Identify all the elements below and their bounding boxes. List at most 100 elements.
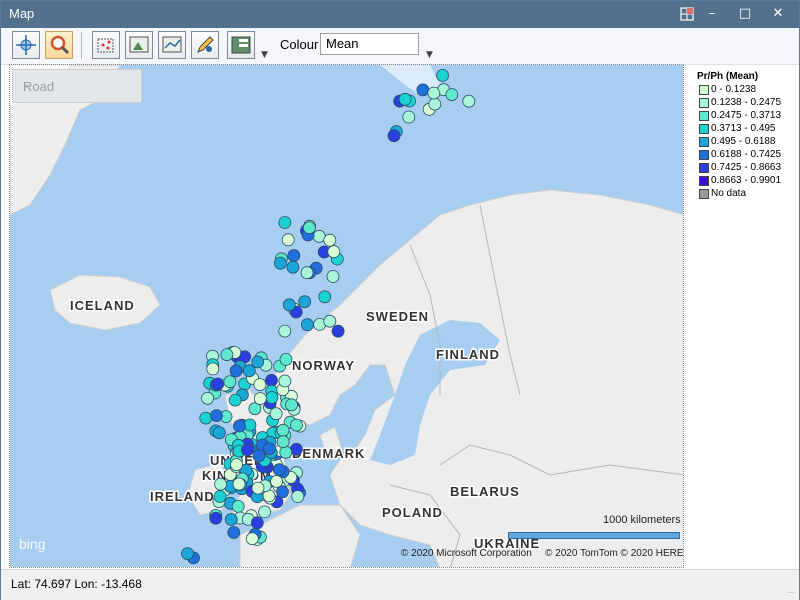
map-point[interactable] xyxy=(281,233,295,247)
map-point[interactable] xyxy=(287,249,301,262)
map-point[interactable] xyxy=(210,409,223,423)
map-point[interactable] xyxy=(387,129,401,143)
map-point[interactable] xyxy=(181,547,194,561)
close-icon[interactable]: ✕ xyxy=(767,4,789,24)
toolbar-overflow-icon-2[interactable]: ▼ xyxy=(426,50,433,60)
map-extent-button[interactable] xyxy=(158,31,186,59)
map-point[interactable] xyxy=(232,477,246,491)
map-point[interactable] xyxy=(285,398,298,412)
map-point[interactable] xyxy=(212,426,226,440)
map-point[interactable] xyxy=(265,373,278,387)
map-point[interactable] xyxy=(231,499,245,513)
map-point[interactable] xyxy=(265,391,279,404)
map-point[interactable] xyxy=(282,298,296,312)
toolbar: ▼ Colour Mean ⌄ ▼ xyxy=(1,28,799,65)
map-point[interactable] xyxy=(278,324,292,338)
legend-item: 0.495 - 0.6188 xyxy=(699,135,799,148)
map-point[interactable] xyxy=(278,216,292,229)
map-point[interactable] xyxy=(199,411,213,425)
label-sweden: SWEDEN xyxy=(366,309,429,324)
map-point[interactable] xyxy=(326,270,340,283)
map-point[interactable] xyxy=(276,423,290,437)
map-point[interactable] xyxy=(289,442,303,456)
map-point[interactable] xyxy=(276,485,289,499)
edit-map-button[interactable] xyxy=(191,31,219,59)
legend-swatch xyxy=(699,150,709,160)
map-point[interactable] xyxy=(323,233,337,247)
map-point[interactable] xyxy=(402,110,416,124)
legend-swatch xyxy=(699,137,709,147)
map-point[interactable] xyxy=(230,458,243,472)
resize-grip-icon[interactable]: ⋯ xyxy=(787,588,795,597)
map-point[interactable] xyxy=(428,97,442,111)
map-point[interactable] xyxy=(291,490,305,503)
map-point[interactable] xyxy=(327,245,341,259)
map-point[interactable] xyxy=(427,86,441,100)
map-point[interactable] xyxy=(252,449,266,463)
legend-swatch xyxy=(699,124,709,134)
zoom-tool-button[interactable] xyxy=(45,31,73,59)
map-point[interactable] xyxy=(229,364,243,378)
pan-tool-button[interactable] xyxy=(12,31,40,59)
map-point[interactable] xyxy=(300,318,314,332)
map-point[interactable] xyxy=(318,290,332,304)
status-bar: Lat: 74.697 Lon: -13.468 ⋯ xyxy=(1,569,799,600)
map-point[interactable] xyxy=(245,532,259,546)
map-point[interactable] xyxy=(213,490,227,503)
map-point[interactable] xyxy=(206,362,220,376)
map-point[interactable] xyxy=(232,419,246,433)
maximize-icon[interactable]: □ xyxy=(734,4,756,24)
map-point[interactable] xyxy=(224,513,238,526)
map-point[interactable] xyxy=(227,526,241,539)
map-point[interactable] xyxy=(262,442,276,456)
map-point[interactable] xyxy=(436,68,450,82)
map-point[interactable] xyxy=(278,374,292,388)
map-point[interactable] xyxy=(323,314,337,328)
map-point[interactable] xyxy=(298,295,312,309)
map-point[interactable] xyxy=(286,260,300,274)
map-point[interactable] xyxy=(214,477,228,491)
map-point[interactable] xyxy=(290,418,303,432)
map-point[interactable] xyxy=(253,392,267,406)
bing-logo: bing xyxy=(19,536,46,552)
map-point[interactable] xyxy=(331,324,345,338)
map-settings-button[interactable] xyxy=(227,31,255,59)
minimize-icon[interactable]: – xyxy=(701,4,723,24)
map-point[interactable] xyxy=(279,445,293,459)
legend-label: 0.3713 - 0.495 xyxy=(711,123,776,134)
map-point[interactable] xyxy=(302,221,316,235)
zoom-to-data-button[interactable] xyxy=(125,31,153,59)
map-point[interactable] xyxy=(250,516,264,530)
legend-item: 0.2475 - 0.3713 xyxy=(699,109,799,122)
map-point[interactable] xyxy=(312,229,326,243)
map-canvas[interactable]: ICELAND SWEDEN FINLAND NORWAY UNITED KIN… xyxy=(9,64,684,568)
map-point[interactable] xyxy=(228,393,242,407)
map-point[interactable] xyxy=(276,435,290,449)
map-point[interactable] xyxy=(241,443,254,457)
label-ireland: IRELAND xyxy=(150,489,215,504)
select-points-button[interactable] xyxy=(92,31,120,59)
map-point[interactable] xyxy=(220,348,234,362)
map-point[interactable] xyxy=(445,88,459,102)
map-point[interactable] xyxy=(416,83,430,97)
map-point[interactable] xyxy=(300,266,314,280)
map-style-dropdown[interactable]: Road ⌄ xyxy=(12,69,142,103)
map-point[interactable] xyxy=(201,391,215,405)
map-point[interactable] xyxy=(398,92,412,106)
map-point[interactable] xyxy=(279,352,293,366)
toolbar-overflow-icon[interactable]: ▼ xyxy=(261,50,268,60)
map-point[interactable] xyxy=(211,377,225,391)
map-point[interactable] xyxy=(269,407,283,421)
map-point[interactable] xyxy=(462,94,476,108)
map-point[interactable] xyxy=(253,378,267,392)
legend-item: 0.3713 - 0.495 xyxy=(699,122,799,135)
map-point[interactable] xyxy=(251,481,265,495)
layout-icon[interactable] xyxy=(676,4,698,24)
map-point[interactable] xyxy=(209,511,223,525)
map-point[interactable] xyxy=(251,355,265,369)
map-point[interactable] xyxy=(273,256,287,270)
map-point[interactable] xyxy=(272,463,286,477)
map-point[interactable] xyxy=(258,505,272,519)
map-point[interactable] xyxy=(223,375,237,389)
colour-dropdown[interactable]: Mean ⌄ xyxy=(320,33,419,55)
